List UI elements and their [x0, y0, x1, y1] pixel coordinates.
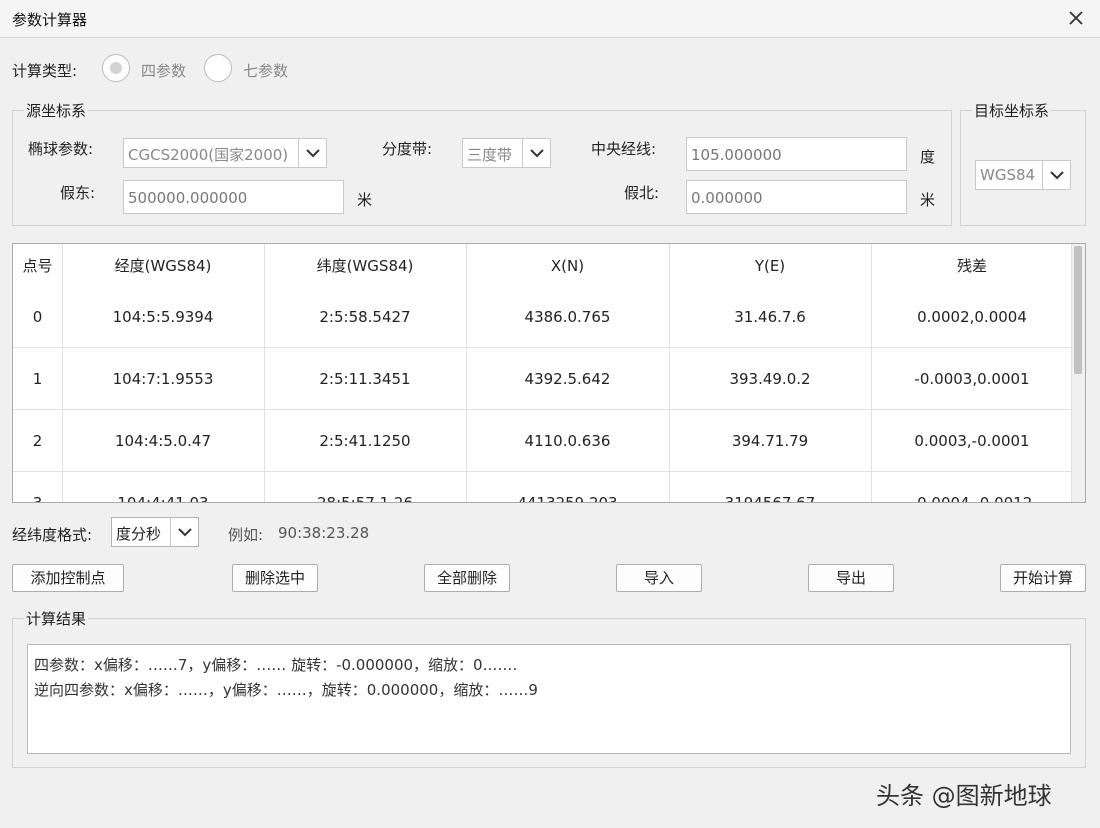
control-points-table[interactable]: 点号 经度(WGS84) 纬度(WGS84) X(N) Y(E) 残差 0 10…: [12, 243, 1086, 503]
table-cell[interactable]: 2:5:58.5427: [264, 286, 466, 348]
chevron-down-icon[interactable]: [522, 139, 550, 167]
table-cell[interactable]: -0.0003,0.0001: [871, 348, 1073, 410]
table-cell[interactable]: 0: [13, 286, 62, 348]
table-cell[interactable]: 2:5:11.3451: [264, 348, 466, 410]
zone-label: 分度带:: [382, 140, 433, 158]
table-cell[interactable]: 104:7:1.9553: [62, 348, 264, 410]
table-cell[interactable]: 2: [13, 410, 62, 472]
false-easting-unit: 米: [357, 191, 373, 209]
radio-seven-params-label: 七参数: [243, 62, 289, 80]
chevron-down-icon[interactable]: [298, 139, 326, 167]
example-value: 90:38:23.28: [278, 524, 370, 542]
table-cell[interactable]: 1: [13, 348, 62, 410]
calc-type-label: 计算类型:: [12, 62, 78, 80]
table-cell[interactable]: 3: [13, 472, 62, 502]
table-cell[interactable]: 394.71.79: [669, 410, 871, 472]
zone-value: 三度带: [467, 146, 513, 164]
ellipsoid-label: 椭球参数:: [28, 140, 94, 158]
table-cell[interactable]: 0.0002,0.0004: [871, 286, 1073, 348]
radio-four-params[interactable]: [102, 54, 130, 82]
false-northing-label: 假北:: [624, 184, 660, 202]
result-legend: 计算结果: [24, 608, 89, 629]
source-crs-legend: 源坐标系: [24, 100, 89, 121]
result-line-four-params: 四参数：x偏移：……7，y偏移：…… 旋转：-0.000000，缩放：0.……: [34, 656, 518, 674]
radio-four-params-label: 四参数: [141, 62, 187, 80]
central-meridian-input[interactable]: 105.000000: [686, 137, 907, 171]
table-cell[interactable]: 104:5:5.9394: [62, 286, 264, 348]
table-cell[interactable]: 28:5:57.1.26: [264, 472, 466, 502]
chevron-down-icon[interactable]: [170, 518, 198, 546]
table-cell[interactable]: 104:4:41.03: [62, 472, 264, 502]
start-calc-button[interactable]: 开始计算: [1000, 564, 1086, 592]
watermark: 头条 @图新地球: [876, 782, 1052, 810]
table-cell[interactable]: 31.46.7.6: [669, 286, 871, 348]
import-button[interactable]: 导入: [616, 564, 702, 592]
coord-format-label: 经纬度格式:: [12, 526, 93, 544]
window-title: 参数计算器: [12, 11, 88, 29]
ellipsoid-select[interactable]: CGCS2000(国家2000): [123, 138, 327, 168]
central-meridian-label: 中央经线:: [591, 140, 657, 158]
table-cell[interactable]: 4392.5.642: [466, 348, 669, 410]
export-button[interactable]: 导出: [808, 564, 894, 592]
result-line-inverse-four-params: 逆向四参数：x偏移：……，y偏移：……，旋转：0.000000，缩放：……9: [34, 681, 538, 699]
col-header-point[interactable]: 点号: [13, 244, 62, 288]
scrollbar-thumb[interactable]: [1074, 246, 1082, 374]
table-cell[interactable]: 4386.0.765: [466, 286, 669, 348]
col-header-x[interactable]: X(N): [466, 244, 669, 288]
col-header-residual[interactable]: 残差: [871, 244, 1073, 288]
table-cell[interactable]: 4413259.203: [466, 472, 669, 502]
chevron-down-icon[interactable]: [1042, 161, 1070, 189]
false-northing-input[interactable]: 0.000000: [686, 180, 907, 214]
table-scrollbar[interactable]: [1071, 244, 1085, 502]
table-cell[interactable]: 104:4:5.0.47: [62, 410, 264, 472]
central-meridian-unit: 度: [920, 148, 936, 166]
target-crs-select[interactable]: WGS84: [975, 160, 1071, 190]
delete-selected-button[interactable]: 删除选中: [232, 564, 318, 592]
table-cell[interactable]: 393.49.0.2: [669, 348, 871, 410]
table-cell[interactable]: 0.0003,-0.0001: [871, 410, 1073, 472]
zone-select[interactable]: 三度带: [462, 138, 551, 168]
table-cell[interactable]: 2:5:41.1250: [264, 410, 466, 472]
title-bar: 参数计算器: [0, 0, 1100, 38]
result-textarea[interactable]: 四参数：x偏移：……7，y偏移：…… 旋转：-0.000000，缩放：0.…… …: [27, 644, 1071, 754]
coord-format-select[interactable]: 度分秒: [111, 517, 199, 547]
coord-format-value: 度分秒: [116, 525, 162, 543]
delete-all-button[interactable]: 全部删除: [424, 564, 510, 592]
col-header-y[interactable]: Y(E): [669, 244, 871, 288]
target-crs-value: WGS84: [980, 166, 1036, 184]
close-icon[interactable]: [1064, 6, 1088, 30]
table-cell[interactable]: -0.0004,-0.0012: [871, 472, 1073, 502]
false-northing-unit: 米: [920, 191, 936, 209]
target-crs-legend: 目标坐标系: [972, 100, 1052, 121]
add-control-point-button[interactable]: 添加控制点: [12, 564, 124, 592]
radio-seven-params[interactable]: [204, 54, 232, 82]
false-easting-label: 假东:: [60, 184, 96, 202]
col-header-lon[interactable]: 经度(WGS84): [62, 244, 264, 288]
ellipsoid-value: CGCS2000(国家2000): [128, 146, 289, 164]
col-header-lat[interactable]: 纬度(WGS84): [264, 244, 466, 288]
table-cell[interactable]: 3194567.67: [669, 472, 871, 502]
table-cell[interactable]: 4110.0.636: [466, 410, 669, 472]
false-easting-input[interactable]: 500000.000000: [123, 180, 344, 214]
example-label: 例如:: [228, 526, 264, 544]
